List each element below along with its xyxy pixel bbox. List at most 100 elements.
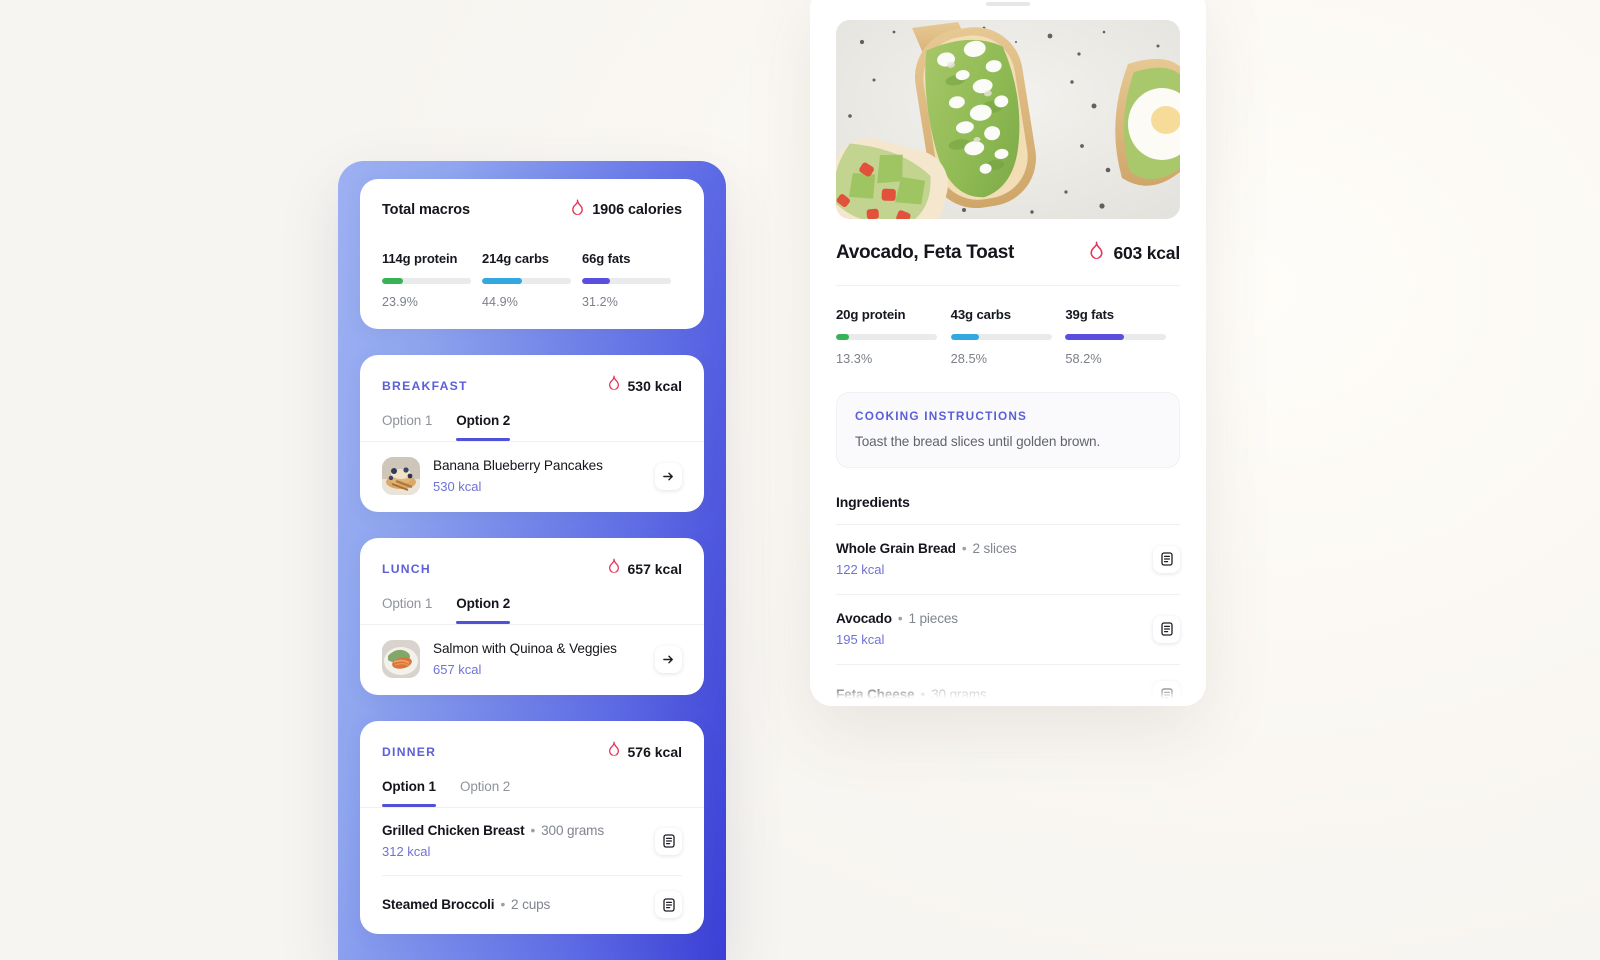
cooking-instructions-text: Toast the bread slices until golden brow… (855, 434, 1101, 449)
macro-carbs-bar (482, 278, 571, 284)
dish-detail-panel: Avocado, Feta Toast 603 kcal 20g protein… (810, 0, 1206, 706)
dinner-tabs: Option 1 Option 2 (360, 779, 704, 807)
lunch-dish-kcal: 657 kcal (433, 662, 482, 677)
dinner-ingredient-row[interactable]: Grilled Chicken Breast • 300 grams 312 kca… (360, 808, 704, 875)
avocado-feta-toast-photo (836, 20, 1180, 219)
macro-carbs: 214g carbs 44.9% (482, 251, 582, 309)
note-icon[interactable] (1153, 545, 1180, 573)
total-calories-value: 1906 calories (592, 202, 682, 218)
flame-icon (570, 199, 585, 221)
bullet-separator: • (530, 823, 536, 838)
dinner-label: DINNER (382, 744, 437, 759)
note-icon[interactable] (655, 891, 682, 918)
meal-card-lunch: LUNCH 657 kcal Option 1 Option 2 Salmon … (360, 538, 704, 695)
flame-icon (607, 375, 621, 396)
dinner-ingredient-meta: Steamed Broccoli • 2 cups (382, 897, 645, 912)
cooking-instructions-label: COOKING INSTRUCTIONS (855, 409, 1028, 423)
lunch-calories-value: 657 kcal (627, 560, 683, 577)
lunch-dish-name: Salmon with Quinoa & Veggies (433, 641, 617, 656)
dinner-calories-value: 576 kcal (627, 743, 683, 760)
tab-lunch-option-2[interactable]: Option 2 (456, 596, 510, 624)
lunch-dish-row[interactable]: Salmon with Quinoa & Veggies 657 kcal (360, 625, 704, 695)
dinner-header: DINNER 576 kcal (360, 721, 704, 762)
macro-fats-label: 66g fats (582, 251, 631, 266)
tab-breakfast-option-2[interactable]: Option 2 (456, 413, 510, 441)
dish-macro-fats-percent: 58.2% (1065, 351, 1102, 366)
tab-breakfast-option-1[interactable]: Option 1 (382, 413, 432, 441)
flame-icon (607, 558, 621, 579)
flame-icon (1088, 241, 1105, 265)
lunch-label: LUNCH (382, 561, 431, 576)
note-icon[interactable] (1153, 615, 1180, 643)
salmon-thumbnail (382, 640, 420, 678)
detail-divider (836, 285, 1180, 286)
ingredient-name: Whole Grain Bread (836, 541, 956, 556)
bullet-separator: • (897, 611, 903, 626)
tab-lunch-option-1[interactable]: Option 1 (382, 596, 432, 624)
note-icon[interactable] (655, 827, 682, 855)
macro-fats: 66g fats 31.2% (582, 251, 682, 309)
breakfast-dish-kcal: 530 kcal (433, 479, 482, 494)
ingredient-qty: 1 pieces (908, 611, 958, 626)
ingredient-qty: 2 slices (972, 541, 1017, 556)
total-macros-title: Total macros (382, 202, 470, 218)
dinner-ingredient-title: Steamed Broccoli • 2 cups (382, 897, 645, 912)
meal-card-breakfast: BREAKFAST 530 kcal Option 1 Option 2 Ban… (360, 355, 704, 512)
lunch-dish-meta: Salmon with Quinoa & Veggies 657 kcal (433, 641, 642, 677)
macro-protein-percent: 23.9% (382, 295, 418, 309)
lunch-header: LUNCH 657 kcal (360, 538, 704, 579)
dish-detail-header: Avocado, Feta Toast 603 kcal (836, 241, 1180, 265)
ingredient-meta: Avocado • 1 pieces 195 kcal (836, 611, 1143, 647)
macro-fats-percent: 31.2% (582, 295, 618, 309)
cooking-instructions-card: COOKING INSTRUCTIONS Toast the bread sli… (836, 392, 1180, 468)
dinner-ingredient-row[interactable]: Steamed Broccoli • 2 cups (360, 876, 704, 934)
tab-dinner-option-2[interactable]: Option 2 (460, 779, 510, 807)
dish-macro-carbs-percent: 28.5% (950, 351, 987, 366)
arrow-right-icon[interactable] (655, 645, 682, 673)
dinner-ingredient-kcal: 312 kcal (382, 844, 431, 859)
arrow-right-icon[interactable] (655, 462, 682, 490)
dinner-ingredient-qty: 300 grams (541, 823, 605, 838)
bullet-separator: • (961, 541, 967, 556)
macro-protein-bar (382, 278, 471, 284)
ingredient-name: Avocado (836, 611, 892, 626)
page-background (0, 0, 1600, 960)
dish-macro-protein-bar (836, 334, 937, 340)
breakfast-calories-value: 530 kcal (627, 377, 683, 394)
dinner-ingredient-title: Grilled Chicken Breast • 300 grams (382, 823, 645, 838)
dish-macro-protein-label: 20g protein (836, 307, 906, 322)
ingredients-list: Whole Grain Bread • 2 slices 122 kcal Avoc… (836, 524, 1180, 706)
dish-macro-fats-bar (1065, 334, 1167, 340)
total-macros-breakdown: 114g protein 23.9% 214g carbs 44.9% 66g … (382, 251, 682, 309)
ingredient-row[interactable]: Whole Grain Bread • 2 slices 122 kcal (836, 524, 1180, 594)
bullet-separator: • (500, 897, 506, 912)
ingredient-kcal: 195 kcal (836, 632, 885, 647)
dish-calories-value: 603 kcal (1113, 242, 1180, 263)
total-macros-header: Total macros 1906 calories (382, 199, 682, 221)
dish-macro-fats: 39g fats 58.2% (1065, 307, 1180, 366)
breakfast-header: BREAKFAST 530 kcal (360, 355, 704, 396)
lunch-calories: 657 kcal (607, 558, 683, 579)
drag-handle[interactable] (986, 2, 1030, 6)
total-macros-card: Total macros 1906 calories 114g protein (360, 179, 704, 329)
ingredient-row[interactable]: Avocado • 1 pieces 195 kcal (836, 594, 1180, 664)
macro-protein: 114g protein 23.9% (382, 251, 482, 309)
dinner-ingredient-name: Steamed Broccoli (382, 897, 495, 912)
dish-name: Avocado, Feta Toast (836, 242, 1015, 263)
panel-bottom-fade (810, 680, 1206, 706)
tab-dinner-option-1[interactable]: Option 1 (382, 779, 436, 807)
ingredients-heading: Ingredients (836, 494, 910, 510)
meal-card-dinner: DINNER 576 kcal Option 1 Option 2 Grille… (360, 721, 704, 934)
flame-icon (607, 741, 621, 762)
ingredient-meta: Whole Grain Bread • 2 slices 122 kcal (836, 541, 1143, 577)
dish-macros: 20g protein 13.3% 43g carbs 28.5% 39g fa… (836, 307, 1180, 366)
macro-fats-bar (582, 278, 671, 284)
breakfast-tabs: Option 1 Option 2 (360, 413, 704, 441)
dish-macro-carbs-bar (950, 334, 1052, 340)
ingredient-title: Whole Grain Bread • 2 slices (836, 541, 1143, 556)
dish-macro-carbs-label: 43g carbs (950, 307, 1011, 322)
breakfast-dish-row[interactable]: Banana Blueberry Pancakes 530 kcal (360, 442, 704, 512)
dish-macro-carbs: 43g carbs 28.5% (950, 307, 1066, 366)
lunch-tabs: Option 1 Option 2 (360, 596, 704, 624)
ingredient-title: Avocado • 1 pieces (836, 611, 1143, 626)
